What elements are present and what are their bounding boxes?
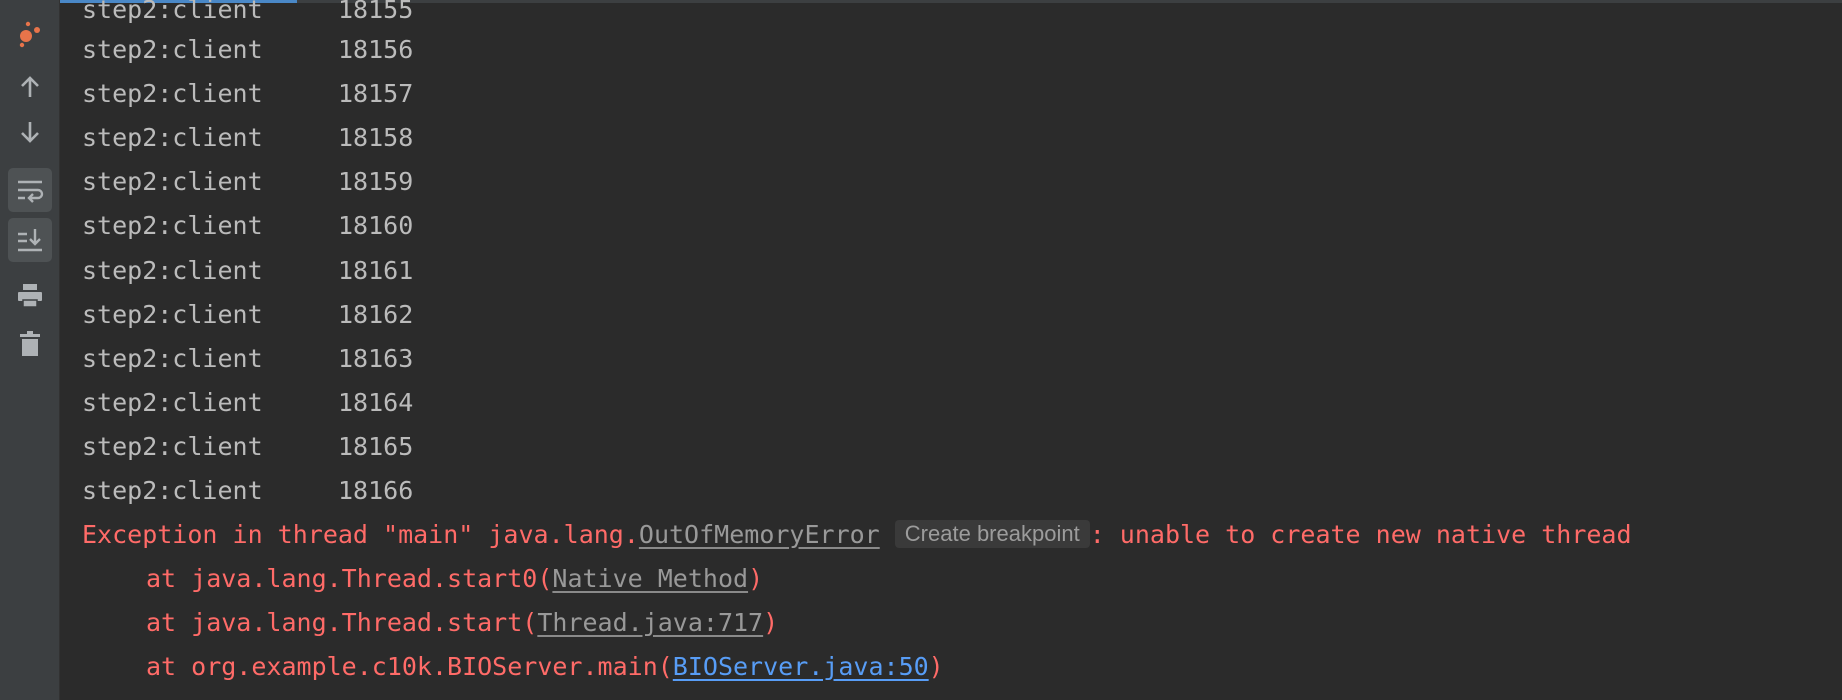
line-label: step2:client xyxy=(82,79,263,108)
line-value: 18157 xyxy=(338,79,414,108)
exception-suffix: : unable to create new native thread xyxy=(1089,520,1632,549)
stack-frame: at java.lang.Thread.start0(Native Method… xyxy=(82,557,763,601)
console-line: step2:client 18164 xyxy=(82,381,413,425)
console-line: step2:client 18161 xyxy=(82,249,413,293)
scroll-to-end-toggle[interactable] xyxy=(8,218,52,262)
console-line: step2:client 18163 xyxy=(82,337,413,381)
line-label: step2:client xyxy=(82,0,263,24)
up-arrow-icon xyxy=(21,76,39,97)
debug-run-icon xyxy=(19,21,40,48)
line-value: 18156 xyxy=(338,35,414,64)
stack-frame-suffix: ) xyxy=(748,564,764,593)
console-line: step2:client 18165 xyxy=(82,425,413,469)
stack-frame-prefix: at java.lang.Thread.start0( xyxy=(146,564,553,593)
console-line: step2:client 18166 xyxy=(82,469,413,513)
line-label: step2:client xyxy=(82,211,263,240)
exception-class-link[interactable]: OutOfMemoryError xyxy=(639,520,880,549)
exception-line: Exception in thread "main" java.lang.Out… xyxy=(82,513,1632,557)
line-value: 18159 xyxy=(338,167,414,196)
stack-frame: at org.example.c10k.BIOServer.main(BIOSe… xyxy=(82,645,944,689)
soft-wrap-icon xyxy=(18,180,44,203)
print-button[interactable] xyxy=(8,273,52,317)
stack-frame-link[interactable]: Thread.java:717 xyxy=(537,608,763,637)
line-label: step2:client xyxy=(82,388,263,417)
console-line: step2:client 18156 xyxy=(82,28,413,72)
stack-frame-prefix: at org.example.c10k.BIOServer.main( xyxy=(146,652,673,681)
console-toolbar xyxy=(0,0,60,700)
trash-icon xyxy=(20,331,40,356)
previous-occurrence-button[interactable] xyxy=(8,65,52,109)
stack-frame-suffix: ) xyxy=(763,608,779,637)
line-value: 18163 xyxy=(338,344,414,373)
line-label: step2:client xyxy=(82,432,263,461)
console-line: step2:client 18157 xyxy=(82,72,413,116)
print-icon xyxy=(18,284,42,308)
line-label: step2:client xyxy=(82,344,263,373)
console-line: step2:client 18158 xyxy=(82,116,413,160)
line-value: 18164 xyxy=(338,388,414,417)
console-output[interactable]: step2:client 18155 step2:client 18156 step… xyxy=(82,0,1842,700)
line-label: step2:client xyxy=(82,256,263,285)
console-line: step2:client 18162 xyxy=(82,293,413,337)
line-label: step2:client xyxy=(82,476,263,505)
line-label: step2:client xyxy=(82,300,263,329)
scroll-to-end-icon xyxy=(18,229,42,252)
next-occurrence-button[interactable] xyxy=(8,110,52,154)
debug-run-button[interactable] xyxy=(8,12,52,56)
console-line: step2:client 18160 xyxy=(82,204,413,248)
stack-frame-link[interactable]: BIOServer.java:50 xyxy=(673,652,929,681)
stack-frame-suffix: ) xyxy=(928,652,944,681)
line-value: 18166 xyxy=(338,476,414,505)
line-value: 18158 xyxy=(338,123,414,152)
exception-prefix: Exception in thread "main" java.lang. xyxy=(82,520,639,549)
line-label: step2:client xyxy=(82,167,263,196)
line-value: 18162 xyxy=(338,300,414,329)
clear-all-button[interactable] xyxy=(8,322,52,366)
stack-frame-prefix: at java.lang.Thread.start( xyxy=(146,608,538,637)
stack-frame-link[interactable]: Native Method xyxy=(552,564,748,593)
line-value: 18161 xyxy=(338,256,414,285)
line-label: step2:client xyxy=(82,123,263,152)
stack-frame: at java.lang.Thread.start(Thread.java:71… xyxy=(82,601,778,645)
create-breakpoint-button[interactable]: Create breakpoint xyxy=(894,520,1090,548)
line-value: 18165 xyxy=(338,432,414,461)
down-arrow-icon xyxy=(21,122,39,143)
console-line: step2:client 18159 xyxy=(82,160,413,204)
line-value: 18160 xyxy=(338,211,414,240)
line-label: step2:client xyxy=(82,35,263,64)
soft-wrap-toggle[interactable] xyxy=(8,168,52,212)
